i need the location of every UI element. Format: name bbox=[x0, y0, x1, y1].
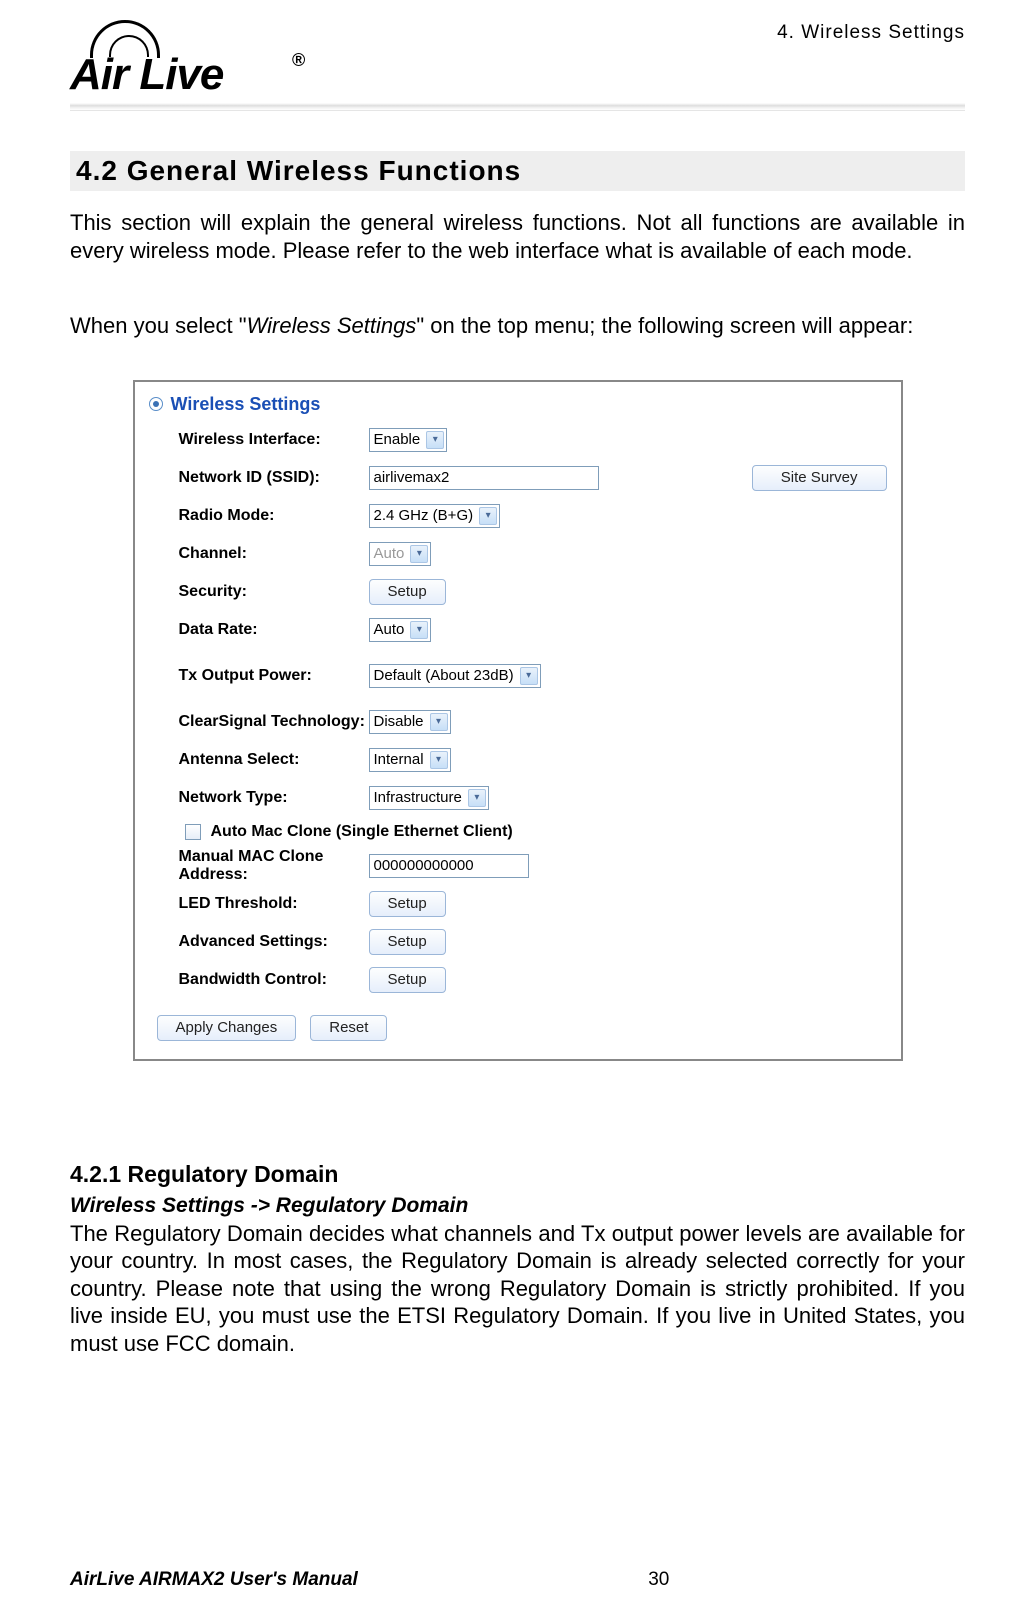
channel-label: Channel: bbox=[179, 545, 369, 563]
network-type-label: Network Type: bbox=[179, 789, 369, 807]
chevron-down-icon: ▾ bbox=[479, 507, 497, 525]
chevron-down-icon: ▾ bbox=[410, 621, 428, 639]
advanced-settings-label: Advanced Settings: bbox=[179, 933, 369, 951]
footer-manual-title: AirLive AIRMAX2 User's Manual bbox=[70, 1569, 358, 1591]
chevron-down-icon: ▾ bbox=[410, 545, 428, 563]
antenna-label: Antenna Select: bbox=[179, 751, 369, 769]
ssid-label: Network ID (SSID): bbox=[179, 469, 369, 487]
panel-title: Wireless Settings bbox=[171, 394, 321, 415]
security-label: Security: bbox=[179, 583, 369, 601]
clearsignal-label: ClearSignal Technology: bbox=[179, 713, 369, 731]
antenna-select[interactable]: Internal▾ bbox=[369, 748, 451, 772]
intro-paragraph-2: When you select "Wireless Settings" on t… bbox=[70, 312, 965, 340]
logo-registered: ® bbox=[292, 50, 305, 71]
manual-mac-input[interactable] bbox=[369, 854, 529, 878]
subsection-path: Wireless Settings -> Regulatory Domain bbox=[70, 1194, 965, 1218]
apply-changes-button[interactable]: Apply Changes bbox=[157, 1015, 297, 1041]
channel-select[interactable]: Auto▾ bbox=[369, 542, 432, 566]
auto-mac-clone-label: Auto Mac Clone (Single Ethernet Client) bbox=[211, 823, 513, 841]
radio-mode-select[interactable]: 2.4 GHz (B+G)▾ bbox=[369, 504, 501, 528]
subsection-title: 4.2.1 Regulatory Domain bbox=[70, 1161, 965, 1188]
manual-mac-label: Manual MAC Clone Address: bbox=[179, 848, 369, 883]
bandwidth-control-setup-button[interactable]: Setup bbox=[369, 967, 446, 993]
chevron-down-icon: ▾ bbox=[468, 789, 486, 807]
header-divider bbox=[70, 103, 965, 111]
footer-page-number: 30 bbox=[648, 1569, 669, 1591]
chevron-down-icon: ▾ bbox=[520, 667, 538, 685]
led-threshold-setup-button[interactable]: Setup bbox=[369, 891, 446, 917]
logo-text: Air Live bbox=[70, 50, 223, 100]
chevron-down-icon: ▾ bbox=[430, 751, 448, 769]
tx-power-select[interactable]: Default (About 23dB)▾ bbox=[369, 664, 541, 688]
subsection-body: The Regulatory Domain decides what chann… bbox=[70, 1220, 965, 1358]
chevron-down-icon: ▾ bbox=[430, 713, 448, 731]
network-type-select[interactable]: Infrastructure▾ bbox=[369, 786, 489, 810]
bandwidth-control-label: Bandwidth Control: bbox=[179, 971, 369, 989]
security-setup-button[interactable]: Setup bbox=[369, 579, 446, 605]
auto-mac-clone-checkbox[interactable] bbox=[185, 824, 201, 840]
wireless-interface-label: Wireless Interface: bbox=[179, 431, 369, 449]
led-threshold-label: LED Threshold: bbox=[179, 895, 369, 913]
radio-selected-icon bbox=[149, 397, 163, 411]
radio-mode-label: Radio Mode: bbox=[179, 507, 369, 525]
tx-power-label: Tx Output Power: bbox=[179, 667, 369, 685]
chevron-down-icon: ▾ bbox=[426, 431, 444, 449]
data-rate-label: Data Rate: bbox=[179, 621, 369, 639]
wireless-settings-panel: Wireless Settings Wireless Interface: En… bbox=[133, 380, 903, 1061]
clearsignal-select[interactable]: Disable▾ bbox=[369, 710, 451, 734]
section-title: 4.2 General Wireless Functions bbox=[70, 151, 965, 191]
brand-logo: Air Live ® bbox=[70, 20, 330, 95]
advanced-settings-setup-button[interactable]: Setup bbox=[369, 929, 446, 955]
wireless-interface-select[interactable]: Enable▾ bbox=[369, 428, 448, 452]
chapter-label: 4. Wireless Settings bbox=[777, 22, 965, 44]
reset-button[interactable]: Reset bbox=[310, 1015, 387, 1041]
intro-paragraph-1: This section will explain the general wi… bbox=[70, 209, 965, 264]
data-rate-select[interactable]: Auto▾ bbox=[369, 618, 432, 642]
site-survey-button[interactable]: Site Survey bbox=[752, 465, 887, 491]
ssid-input[interactable] bbox=[369, 466, 599, 490]
